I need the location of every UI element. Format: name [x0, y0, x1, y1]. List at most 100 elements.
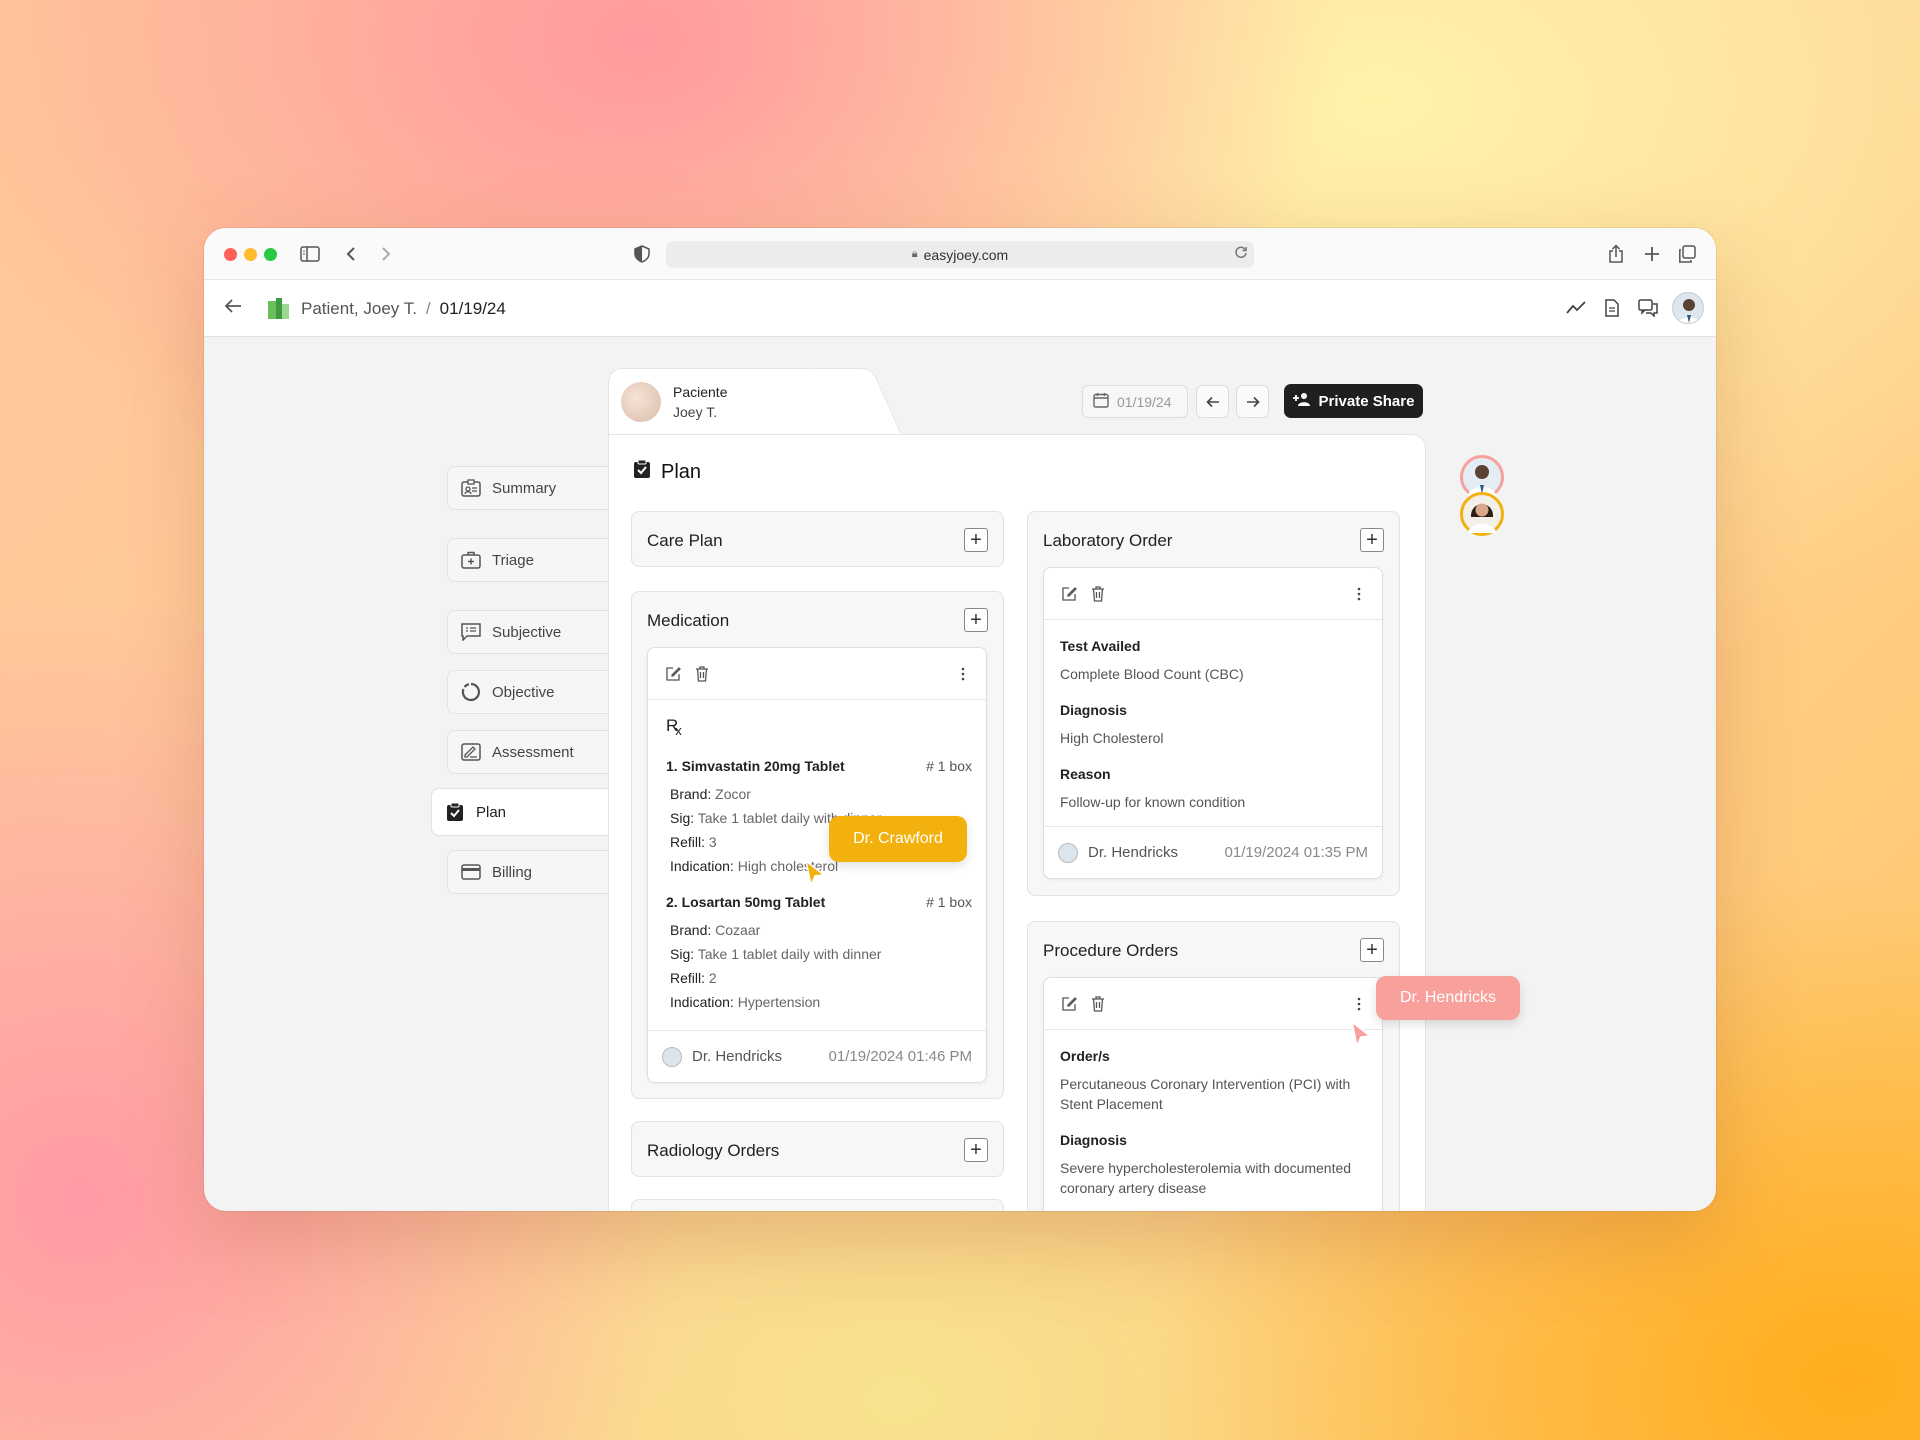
next-date-button[interactable]	[1236, 385, 1269, 418]
maximize-window-button[interactable]	[264, 248, 277, 261]
user-avatar[interactable]	[1672, 292, 1704, 324]
trash-icon[interactable]	[1089, 585, 1107, 603]
more-options-icon[interactable]	[1350, 585, 1368, 603]
arrow-left-icon[interactable]	[224, 298, 248, 319]
trash-icon[interactable]	[1089, 995, 1107, 1013]
radiology-orders-title: Radiology Orders	[647, 1141, 780, 1160]
lab-diagnosis-value: High Cholesterol	[1060, 730, 1164, 746]
author-avatar	[1058, 842, 1078, 863]
edit-icon[interactable]	[1060, 995, 1078, 1013]
url-bar[interactable]: 🔒︎ easyjoey.com	[666, 241, 1254, 268]
medication-2-indication: Hypertension	[737, 994, 821, 1010]
medication-1-refill-label: Refill:	[670, 834, 706, 850]
nav-plan[interactable]: Plan	[431, 788, 612, 836]
nav-triage-label: Triage	[492, 551, 534, 569]
chat-icon[interactable]	[1636, 296, 1660, 320]
shield-icon[interactable]	[630, 242, 654, 266]
add-medication-button[interactable]: +	[964, 608, 988, 632]
trend-icon[interactable]	[1564, 296, 1588, 320]
tabs-overview-icon[interactable]	[1675, 242, 1699, 266]
calendar-icon	[1093, 392, 1109, 411]
more-options-icon[interactable]	[1350, 995, 1368, 1013]
minimize-window-button[interactable]	[244, 248, 257, 261]
page-title: Plan	[633, 459, 701, 485]
arrow-left-icon	[1205, 396, 1219, 407]
add-procedure-order-button[interactable]: +	[1360, 938, 1384, 962]
medication-2-sig-label: Sig:	[670, 946, 695, 962]
close-window-button[interactable]	[224, 248, 237, 261]
browser-window: 🔒︎ easyjoey.com Patient, Joey T. / 01/19…	[204, 228, 1716, 1211]
share-icon[interactable]	[1604, 242, 1628, 266]
new-tab-icon[interactable]	[1640, 242, 1664, 266]
page-title-text: Plan	[661, 460, 702, 483]
breadcrumb-separator: /	[425, 298, 431, 318]
add-care-plan-button[interactable]: +	[964, 528, 988, 552]
breadcrumb-patient[interactable]: Patient, Joey T.	[301, 299, 417, 319]
clipboard-check-icon	[444, 801, 466, 823]
trash-icon[interactable]	[693, 665, 711, 683]
more-options-icon[interactable]	[954, 665, 972, 683]
medication-2-brand-label: Brand:	[670, 922, 712, 938]
forward-nav-icon[interactable]	[374, 242, 398, 266]
lab-diagnosis-label: Diagnosis	[1060, 702, 1127, 718]
date-picker[interactable]: 01/19/24	[1082, 385, 1188, 418]
procedure-order-value: Percutaneous Coronary Intervention (PCI)…	[1060, 1076, 1351, 1112]
previous-date-button[interactable]	[1196, 385, 1229, 418]
back-nav-icon[interactable]	[339, 242, 363, 266]
nav-triage[interactable]: Triage	[447, 538, 612, 582]
lab-test-label: Test Availed	[1060, 638, 1141, 654]
lab-test-value: Complete Blood Count (CBC)	[1060, 666, 1244, 682]
add-radiology-order-button[interactable]: +	[964, 1138, 988, 1162]
nav-billing[interactable]: Billing	[447, 850, 612, 894]
cursor-hendricks-icon	[1350, 1020, 1372, 1048]
plan-card: Plan Care Plan + Medication + Rx 1. Simv…	[608, 434, 1426, 1211]
laboratory-card: Test Availed Complete Blood Count (CBC) …	[1043, 567, 1383, 879]
nav-assessment[interactable]: Assessment	[447, 730, 612, 774]
private-share-button[interactable]: Private Share	[1284, 384, 1423, 418]
nav-subjective-label: Subjective	[492, 623, 562, 641]
medication-1-indication-label: Indication:	[670, 858, 734, 874]
reload-icon[interactable]	[1234, 245, 1248, 262]
medication-1-refill: 3	[708, 834, 717, 850]
nav-objective[interactable]: Objective	[447, 670, 612, 714]
breadcrumb: Patient, Joey T. / 01/19/24	[224, 280, 506, 337]
medication-1-sig-label: Sig:	[670, 810, 695, 826]
procedure-order-label: Order/s	[1060, 1048, 1110, 1064]
medication-2-sig: Take 1 tablet daily with dinner	[697, 946, 882, 962]
collaborator-label-crawford: Dr. Crawford	[829, 816, 967, 862]
sidebar-toggle-icon[interactable]	[298, 242, 322, 266]
procedure-diagnosis-value: Severe hypercholesterolemia with documen…	[1060, 1160, 1352, 1196]
medication-author: Dr. Hendricks	[692, 1048, 783, 1065]
procedure-orders-title: Procedure Orders	[1043, 941, 1179, 960]
folder-logo-icon	[268, 298, 289, 319]
care-plan-panel: Care Plan +	[631, 511, 1004, 567]
edit-icon[interactable]	[664, 665, 682, 683]
patient-tab-label: Paciente	[673, 384, 728, 400]
medical-kit-icon	[460, 549, 482, 571]
medication-2-refill-label: Refill:	[670, 970, 706, 986]
medication-card-footer: Dr. Hendricks 01/19/2024 01:46 PM	[648, 1030, 986, 1082]
medication-1-qty: # 1 box	[926, 758, 972, 774]
add-laboratory-order-button[interactable]: +	[1360, 528, 1384, 552]
medication-1-title: 1. Simvastatin 20mg Tablet	[666, 758, 845, 774]
edit-icon[interactable]	[1060, 585, 1078, 603]
medication-timestamp: 01/19/2024 01:46 PM	[828, 1048, 972, 1065]
date-picker-value: 01/19/24	[1117, 393, 1172, 410]
laboratory-card-footer: Dr. Hendricks 01/19/2024 01:35 PM	[1044, 826, 1382, 878]
patient-tab-name: Joey T.	[673, 404, 718, 420]
collaborator-avatar-crawford[interactable]	[1460, 492, 1504, 536]
nav-summary[interactable]: Summary	[447, 466, 612, 510]
procedure-diagnosis-label: Diagnosis	[1060, 1132, 1127, 1148]
cursor-crawford-icon	[804, 859, 826, 887]
procedure-card: Order/s Percutaneous Coronary Interventi…	[1043, 977, 1383, 1211]
nav-subjective[interactable]: Subjective	[447, 610, 612, 654]
patient-tab[interactable]: Paciente Joey T.	[608, 368, 858, 434]
medication-2-indication-label: Indication:	[670, 994, 734, 1010]
breadcrumb-date: 01/19/24	[439, 298, 506, 318]
chat-list-icon	[460, 621, 482, 643]
circle-progress-icon	[460, 681, 482, 703]
laboratory-order-title: Laboratory Order	[1043, 531, 1173, 550]
medication-2-brand: Cozaar	[715, 922, 761, 938]
document-icon[interactable]	[1600, 296, 1624, 320]
nav-assessment-label: Assessment	[492, 743, 574, 761]
